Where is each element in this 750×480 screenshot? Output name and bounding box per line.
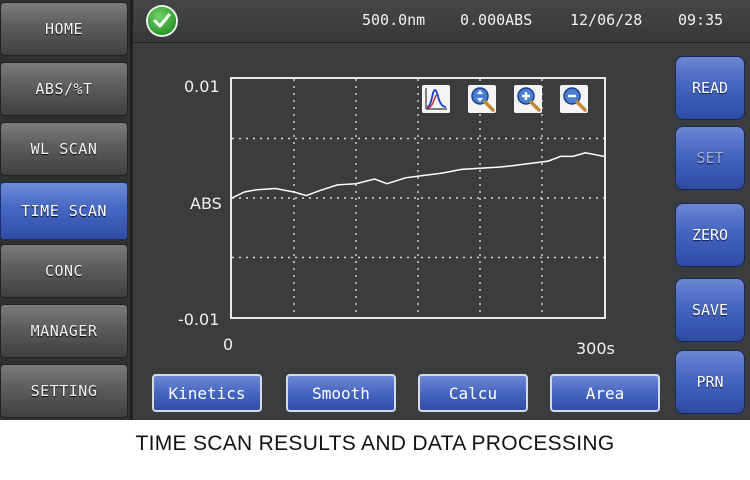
sidebar-item-conc[interactable]: CONC [0,244,128,298]
kinetics-button[interactable]: Kinetics [152,374,262,412]
time-readout: 09:35 [678,11,724,29]
save-button[interactable]: SAVE [675,278,745,342]
sidebar-divider [130,0,133,420]
check-icon [148,7,176,35]
area-button[interactable]: Area [550,374,660,412]
figure-caption: TIME SCAN RESULTS AND DATA PROCESSING [135,432,615,455]
sidebar: HOME ABS/%T WL SCAN TIME SCAN CONC MANAG… [0,0,130,420]
status-bar: 500.0nm 0.000ABS 12/06/28 09:35 [134,0,750,43]
zoom-in-icon[interactable] [514,85,542,113]
wavelength-readout: 500.0nm [362,11,426,29]
zoom-fit-icon[interactable] [468,85,496,113]
sidebar-item-wl-scan[interactable]: WL SCAN [0,122,128,176]
plot-svg [231,79,605,317]
y-axis-title: ABS [190,194,222,213]
print-button[interactable]: PRN [675,350,745,414]
graph-panel: 0.01 ABS -0.01 0 300s [134,43,668,365]
x-axis-start-label: 0 [223,335,234,354]
sidebar-item-time-scan[interactable]: TIME SCAN [0,182,128,240]
set-button[interactable]: SET [675,126,745,190]
calcu-button[interactable]: Calcu [418,374,528,412]
zero-button[interactable]: ZERO [675,203,745,267]
read-button[interactable]: READ [675,56,745,120]
y-axis-bottom-label: -0.01 [178,310,220,329]
plot-area[interactable] [230,77,606,319]
x-axis-end-label: 300s [576,339,615,358]
zoom-out-icon[interactable] [560,85,588,113]
absorbance-readout: 0.000ABS [460,11,533,29]
y-axis-top-label: 0.01 [184,77,220,96]
smooth-button[interactable]: Smooth [286,374,396,412]
sidebar-item-manager[interactable]: MANAGER [0,304,128,358]
sidebar-item-setting[interactable]: SETTING [0,364,128,418]
date-readout: 12/06/28 [570,11,643,29]
sidebar-item-abs-t[interactable]: ABS/%T [0,62,128,116]
curve-view-icon[interactable] [422,85,450,113]
instrument-screen: HOME ABS/%T WL SCAN TIME SCAN CONC MANAG… [0,0,750,420]
sidebar-item-home[interactable]: HOME [0,2,128,56]
